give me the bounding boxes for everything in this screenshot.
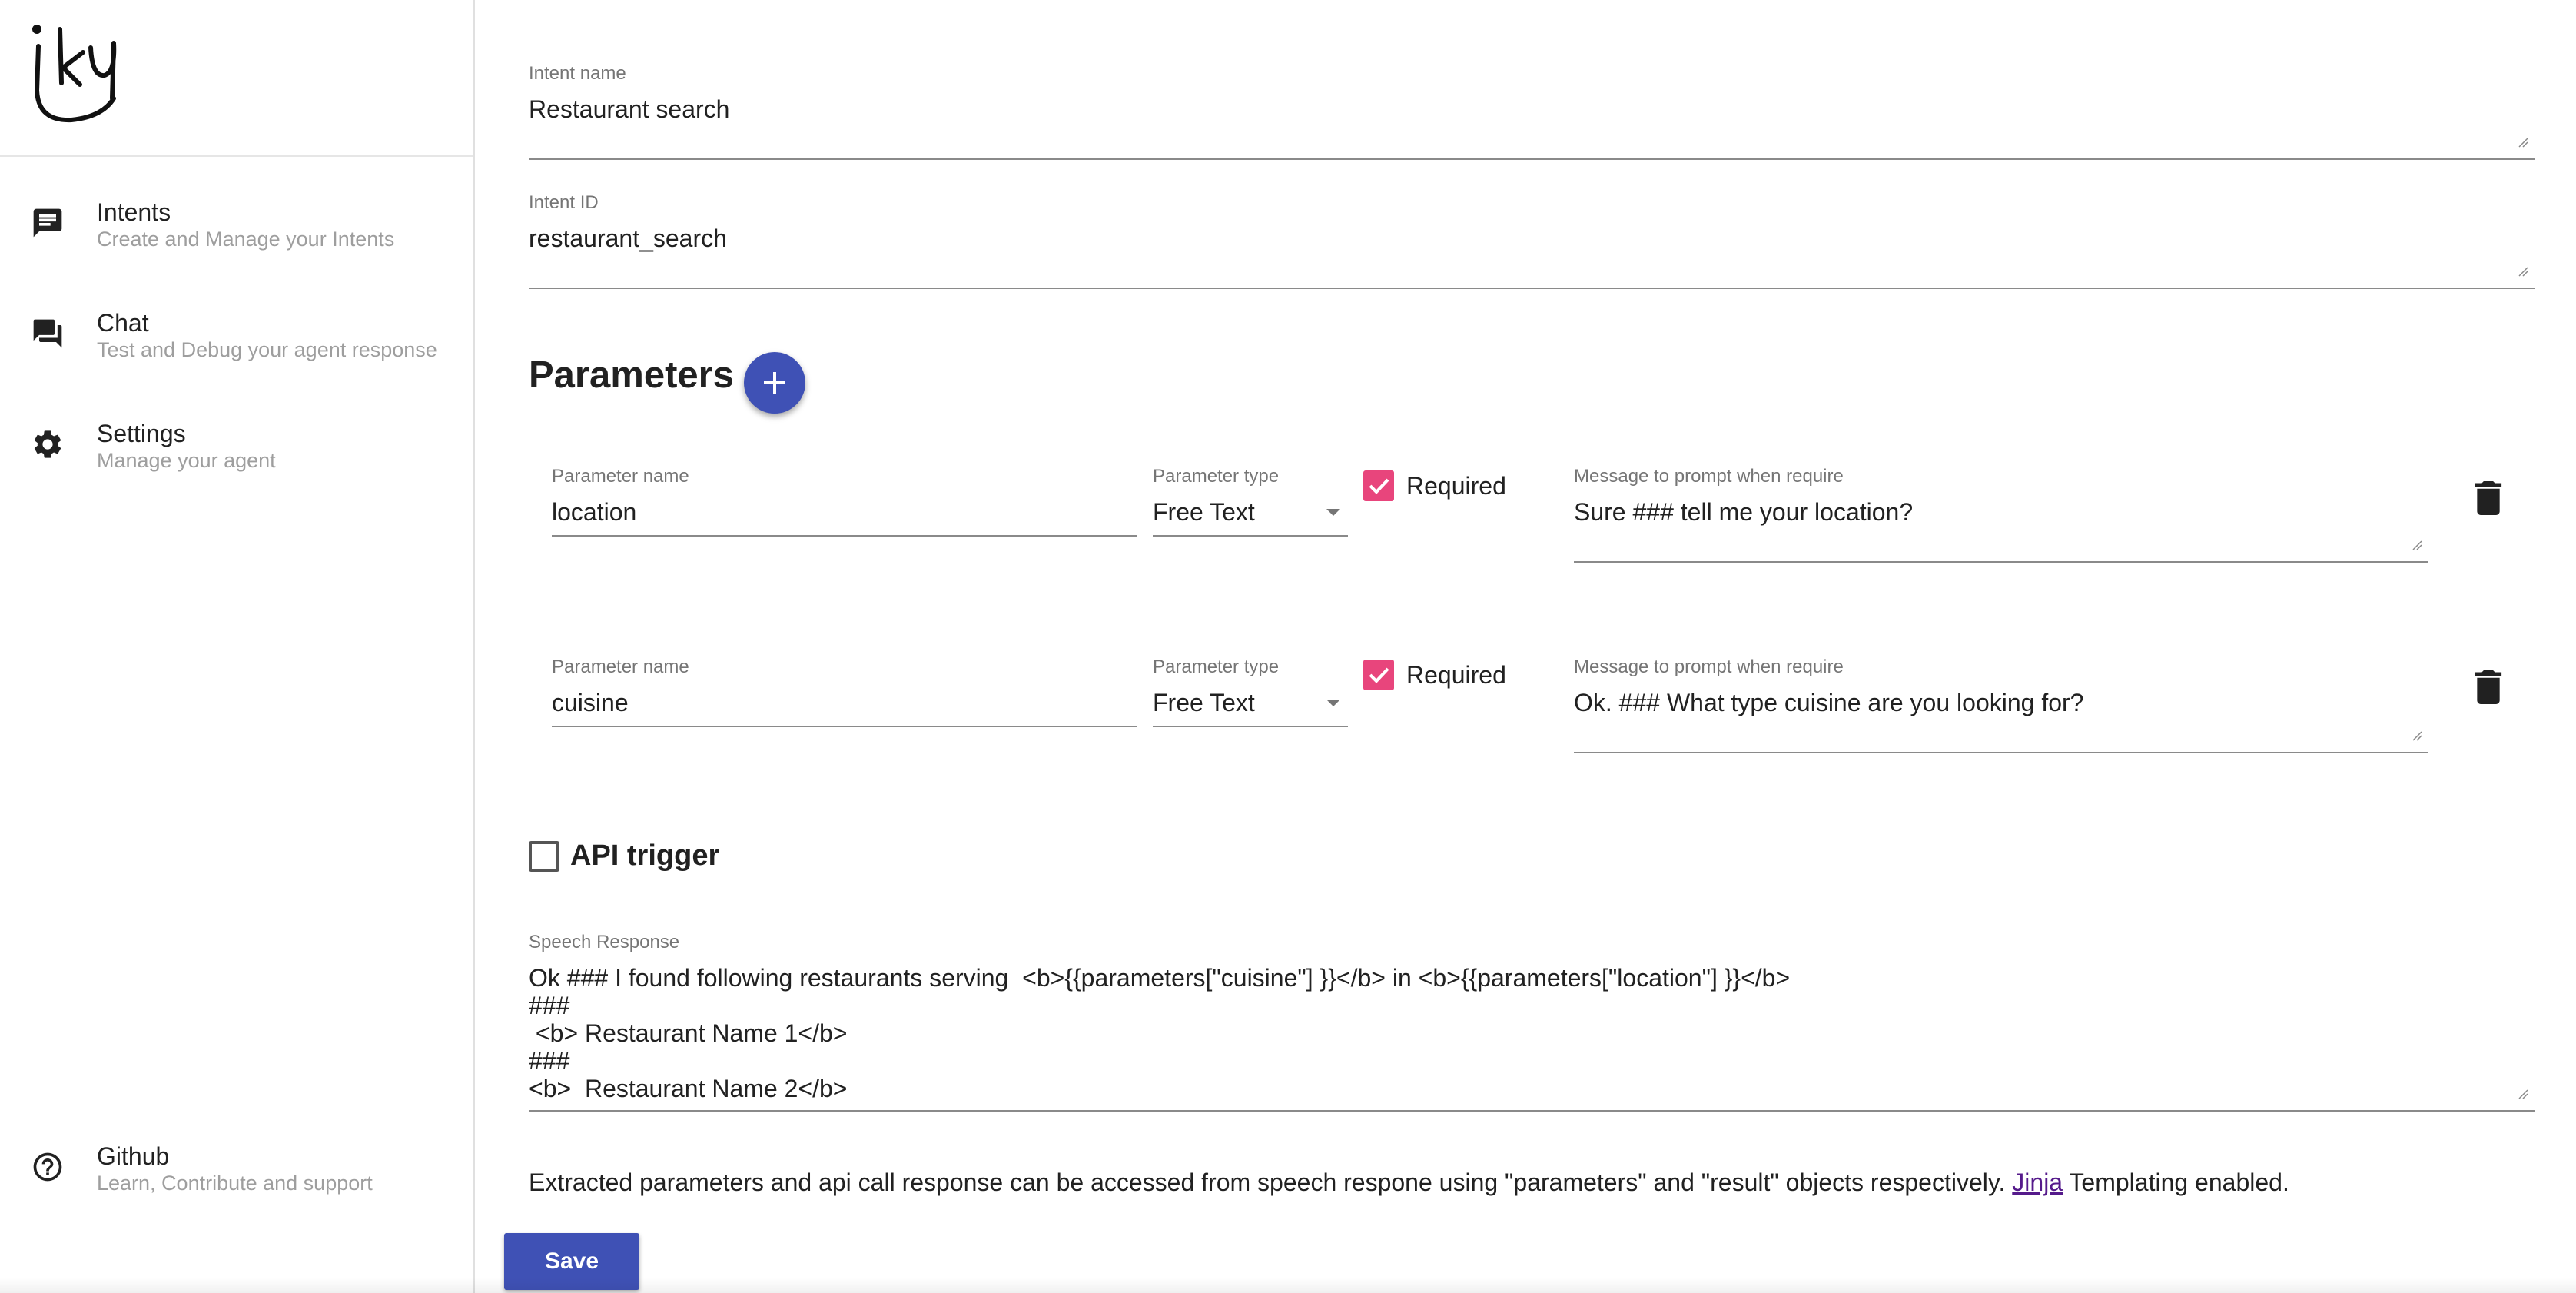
sidebar-item-settings[interactable]: Settings Manage your agent: [0, 400, 473, 492]
sidebar-item-subtitle: Manage your agent: [97, 449, 276, 472]
iky-logo[interactable]: [29, 22, 121, 129]
speech-line: ###: [529, 992, 570, 1019]
prompt-underline: [1574, 752, 2428, 753]
parameters-heading: Parameters: [529, 354, 734, 396]
sidebar-item-subtitle: Learn, Contribute and support: [97, 1172, 373, 1195]
speech-line: <b> Restaurant Name 2</b>: [529, 1075, 848, 1102]
prompt-input[interactable]: Ok. ### What type cuisine are you lookin…: [1574, 689, 2083, 717]
parameter-type-label: Parameter type: [1153, 466, 1280, 487]
gear-icon: [34, 430, 61, 458]
help-text-after: Templating enabled.: [2063, 1168, 2289, 1196]
check-icon: [1369, 478, 1389, 494]
sidebar-item-chat[interactable]: Chat Test and Debug your agent response: [0, 289, 473, 381]
add-parameter-button[interactable]: [744, 352, 805, 414]
required-checkbox[interactable]: [1363, 660, 1394, 690]
speech-line: ###: [529, 1047, 570, 1075]
chevron-down-icon[interactable]: [1326, 509, 1340, 516]
sidebar-item-github[interactable]: Github Learn, Contribute and support: [0, 1122, 473, 1215]
help-text: Extracted parameters and api call respon…: [529, 1168, 2289, 1197]
intent-name-underline: [529, 158, 2535, 160]
intent-name-input[interactable]: Restaurant search: [529, 95, 729, 124]
resize-handle-icon[interactable]: [2412, 540, 2422, 550]
prompt-label: Message to prompt when require: [1574, 466, 1844, 487]
parameter-type-label: Parameter type: [1153, 656, 1280, 677]
parameter-type-select[interactable]: Free Text: [1153, 498, 1255, 527]
bottom-shadow: [0, 1278, 2576, 1293]
parameter-name-underline: [552, 535, 1137, 537]
parameter-name-input[interactable]: cuisine: [552, 689, 629, 717]
resize-handle-icon[interactable]: [2518, 266, 2528, 277]
sidebar-item-subtitle: Test and Debug your agent response: [97, 338, 437, 361]
jinja-link[interactable]: Jinja: [2012, 1168, 2063, 1196]
chevron-down-icon[interactable]: [1326, 700, 1340, 706]
sidebar: Intents Create and Manage your Intents C…: [0, 0, 475, 1293]
parameter-type-underline: [1153, 726, 1348, 727]
parameter-name-input[interactable]: location: [552, 498, 636, 527]
resize-handle-icon[interactable]: [2518, 1089, 2528, 1099]
parameter-type-underline: [1153, 535, 1348, 537]
required-label: Required: [1406, 472, 1506, 500]
api-trigger-checkbox[interactable]: [529, 841, 559, 872]
parameter-name-label: Parameter name: [552, 656, 689, 677]
check-icon: [1369, 667, 1389, 683]
speech-line: <b> Restaurant Name 1</b>: [529, 1019, 848, 1047]
sidebar-item-title: Intents: [97, 198, 171, 226]
delete-parameter-icon[interactable]: [2475, 481, 2502, 515]
parameter-type-select[interactable]: Free Text: [1153, 689, 1255, 717]
delete-parameter-icon[interactable]: [2475, 670, 2502, 704]
sidebar-item-subtitle: Create and Manage your Intents: [97, 228, 395, 251]
api-trigger-label: API trigger: [570, 839, 720, 872]
intent-id-input[interactable]: restaurant_search: [529, 224, 727, 253]
required-checkbox[interactable]: [1363, 470, 1394, 501]
speech-response-label: Speech Response: [529, 932, 680, 952]
resize-handle-icon[interactable]: [2518, 137, 2528, 148]
sidebar-item-title: Chat: [97, 309, 149, 337]
sidebar-divider: [0, 155, 473, 157]
speech-response-textarea[interactable]: Ok ### I found following restaurants ser…: [529, 964, 2535, 1102]
prompt-input[interactable]: Sure ### tell me your location?: [1574, 498, 1913, 527]
parameter-name-underline: [552, 726, 1137, 727]
parameter-name-label: Parameter name: [552, 466, 689, 487]
intent-name-label: Intent name: [529, 63, 626, 84]
required-label: Required: [1406, 661, 1506, 689]
sidebar-item-intents[interactable]: Intents Create and Manage your Intents: [0, 178, 473, 271]
help-text-before: Extracted parameters and api call respon…: [529, 1168, 2013, 1196]
speech-response-underline: [529, 1110, 2535, 1112]
intent-id-underline: [529, 288, 2535, 289]
help-circle-icon: [33, 1152, 62, 1182]
speech-line: Ok ### I found following restaurants ser…: [529, 964, 1791, 992]
sidebar-item-title: Github: [97, 1142, 170, 1170]
chat-bubbles-icon: [33, 319, 62, 348]
resize-handle-icon[interactable]: [2412, 730, 2422, 741]
intent-form: Intent name Restaurant search Intent ID …: [476, 0, 2576, 1293]
sidebar-item-title: Settings: [97, 420, 186, 447]
prompt-label: Message to prompt when require: [1574, 656, 1844, 677]
intent-id-label: Intent ID: [529, 192, 599, 213]
intents-message-icon: [33, 208, 62, 238]
prompt-underline: [1574, 561, 2428, 563]
